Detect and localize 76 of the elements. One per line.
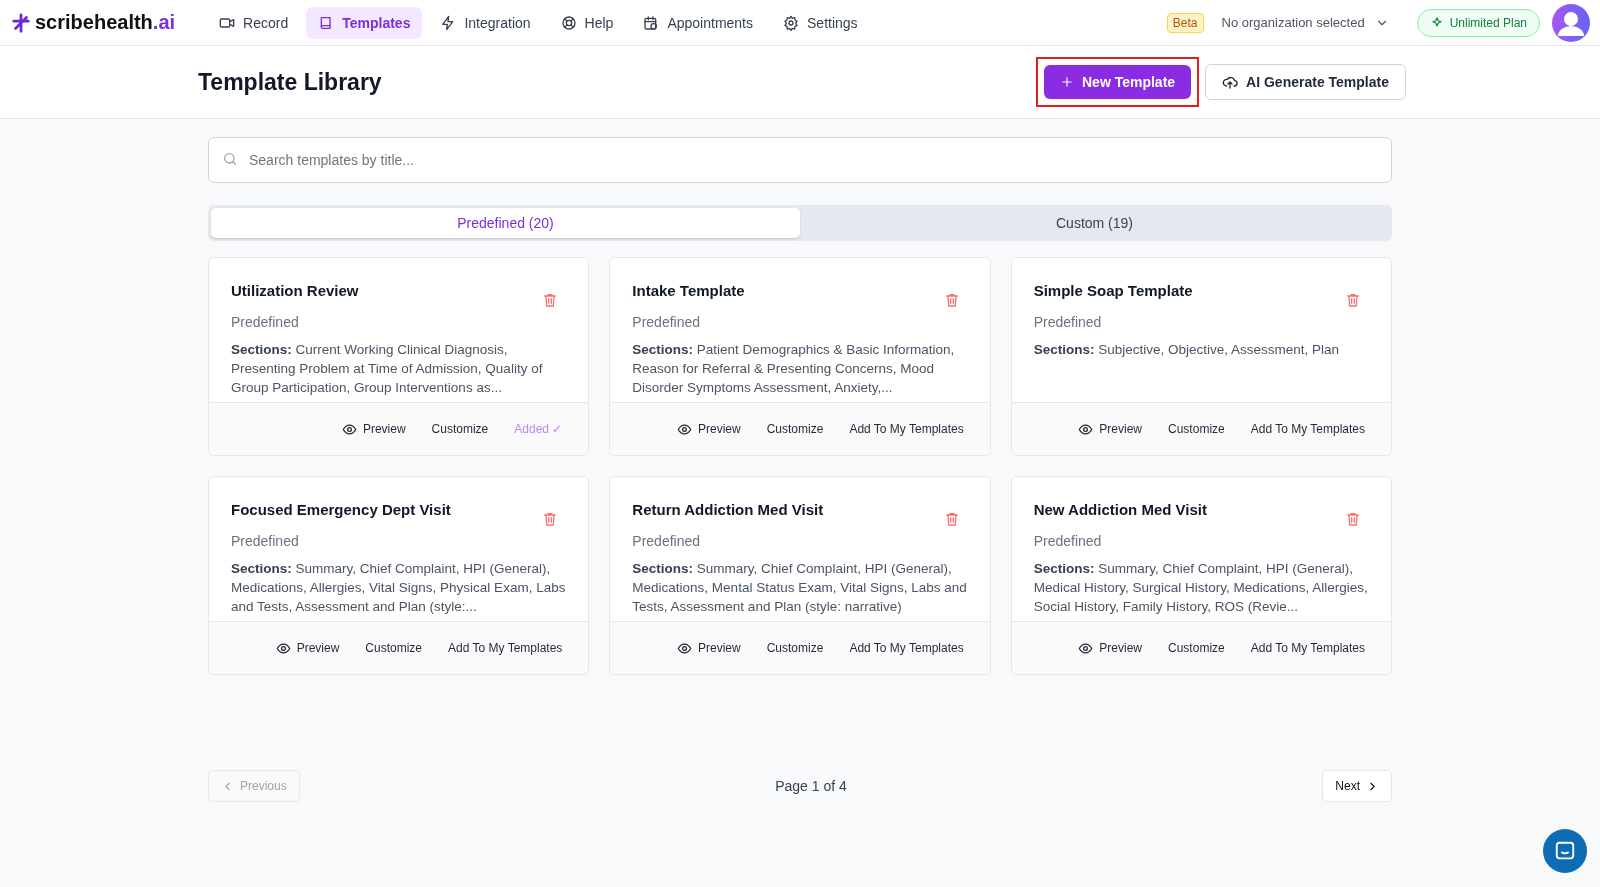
next-button[interactable]: Next [1322, 770, 1392, 802]
avatar-icon[interactable] [1552, 3, 1590, 42]
chat-icon [1554, 840, 1576, 862]
page-title: Template Library [198, 68, 382, 96]
nav-tab[interactable]: Templates [306, 6, 423, 39]
trash-icon [1345, 292, 1361, 308]
calendar-clock-icon [643, 14, 660, 31]
preview-button[interactable]: Preview [333, 417, 414, 441]
brand-name: scribehealth.ai [35, 11, 176, 34]
card-sections: Sections: Summary, Chief Complaint, HPI (General), Medications, Mental Status Exam, Vital Signs, Labs and Tests, Assessment and Plan (style: narrative) [632, 559, 968, 616]
card-type: Predefined [1033, 314, 1103, 330]
eye-icon [341, 421, 357, 437]
card-title: Utilization Review [231, 282, 359, 301]
trash-icon [542, 511, 559, 527]
card-type: Predefined [231, 533, 300, 549]
add-to-templates-button[interactable]: Add To My Templates [841, 637, 972, 659]
plus-icon [1060, 75, 1074, 89]
nav-tab[interactable]: Integration [428, 6, 543, 39]
eye-icon [1078, 421, 1094, 437]
chat-button[interactable] [1543, 829, 1587, 873]
add-to-templates-button[interactable]: Add To My Templates [841, 418, 972, 440]
plan-badge[interactable]: Unlimited Plan [1416, 8, 1540, 37]
card-sections: Sections: Summary, Chief Complaint, HPI (General), Medical History, Surgical History, Medications, Allergies, Social History, Family History, ROS (Revie... [1033, 559, 1369, 616]
customize-button[interactable]: Customize [1160, 418, 1233, 440]
trash-icon [943, 292, 960, 308]
card-sections: Sections: Summary, Chief Complaint, HPI (General), Medications, Allergies, Vital Signs, Physical Exam, Labs and Tests, Assessment and Plan (style:... [231, 559, 567, 616]
added-label: Added ✓ [513, 421, 564, 438]
logo-icon [10, 11, 32, 34]
customize-button[interactable]: Customize [1160, 637, 1233, 659]
beta-badge: Beta [1166, 12, 1204, 33]
search-field[interactable]: Search templates by title... [208, 137, 1392, 183]
preview-button[interactable]: Preview [1070, 417, 1151, 441]
organization-dropdown[interactable]: No organization selected [1215, 14, 1395, 31]
page-indicator: Page 1 of 4 [775, 778, 847, 794]
card-sections: Sections: Current Working Clinical Diagnosis, Presenting Problem at Time of Admission, Quality of Group Participation, Group Interventions as... [231, 340, 567, 397]
add-to-templates-button[interactable]: Add To My Templates [1242, 418, 1373, 440]
eye-icon [677, 421, 692, 437]
card-type: Predefined [1033, 533, 1103, 549]
card-title: Return Addiction Med Visit [632, 501, 824, 520]
ai-generate-button[interactable]: AI Generate Template [1205, 64, 1406, 100]
preview-button[interactable]: Preview [1070, 636, 1151, 660]
nav-tab[interactable]: Appointments [631, 6, 765, 39]
filter-tab[interactable]: Custom (19) [800, 208, 1389, 238]
card-title: Intake Template [632, 282, 745, 301]
trash-icon [943, 511, 960, 527]
customize-button[interactable]: Customize [758, 637, 832, 659]
customize-button[interactable]: Customize [357, 637, 431, 659]
card-title: New Addiction Med Visit [1033, 501, 1207, 520]
filter-tab[interactable]: Predefined (20) [211, 208, 800, 238]
customize-button[interactable]: Customize [423, 418, 497, 440]
nav-tab[interactable]: Settings [771, 6, 870, 39]
nav-tab[interactable]: Help [548, 6, 626, 39]
card-sections: Sections: Subjective, Objective, Assessment, Plan [1033, 340, 1369, 359]
add-to-templates-button[interactable]: Add To My Templates [440, 637, 571, 659]
eye-icon [677, 640, 692, 656]
eye-icon [1078, 640, 1094, 656]
card-title: Focused Emergency Dept Visit [231, 501, 451, 520]
card-type: Predefined [231, 314, 300, 330]
trash-icon [1345, 511, 1361, 527]
preview-button[interactable]: Preview [267, 636, 348, 660]
card-sections: Sections: Patient Demographics & Basic Information, Reason for Referral & Presenting Concerns, Mood Disorder Symptoms Assessment, Anxiety,... [632, 340, 968, 397]
preview-button[interactable]: Preview [669, 636, 749, 660]
card-type: Predefined [632, 533, 702, 549]
card-title: Simple Soap Template [1033, 282, 1193, 301]
new-template-button[interactable]: New Template [1044, 65, 1192, 99]
add-to-templates-button[interactable]: Add To My Templates [1242, 637, 1373, 659]
preview-button[interactable]: Preview [669, 417, 749, 441]
cloud-upload-icon [1222, 74, 1239, 90]
card-type: Predefined [632, 314, 702, 330]
nav-tab[interactable]: Record [207, 6, 301, 39]
trash-icon [542, 292, 559, 308]
eye-icon [275, 640, 291, 656]
customize-button[interactable]: Customize [758, 418, 832, 440]
search-icon [222, 151, 238, 167]
settings-icon [783, 14, 799, 31]
help-icon [560, 14, 577, 31]
